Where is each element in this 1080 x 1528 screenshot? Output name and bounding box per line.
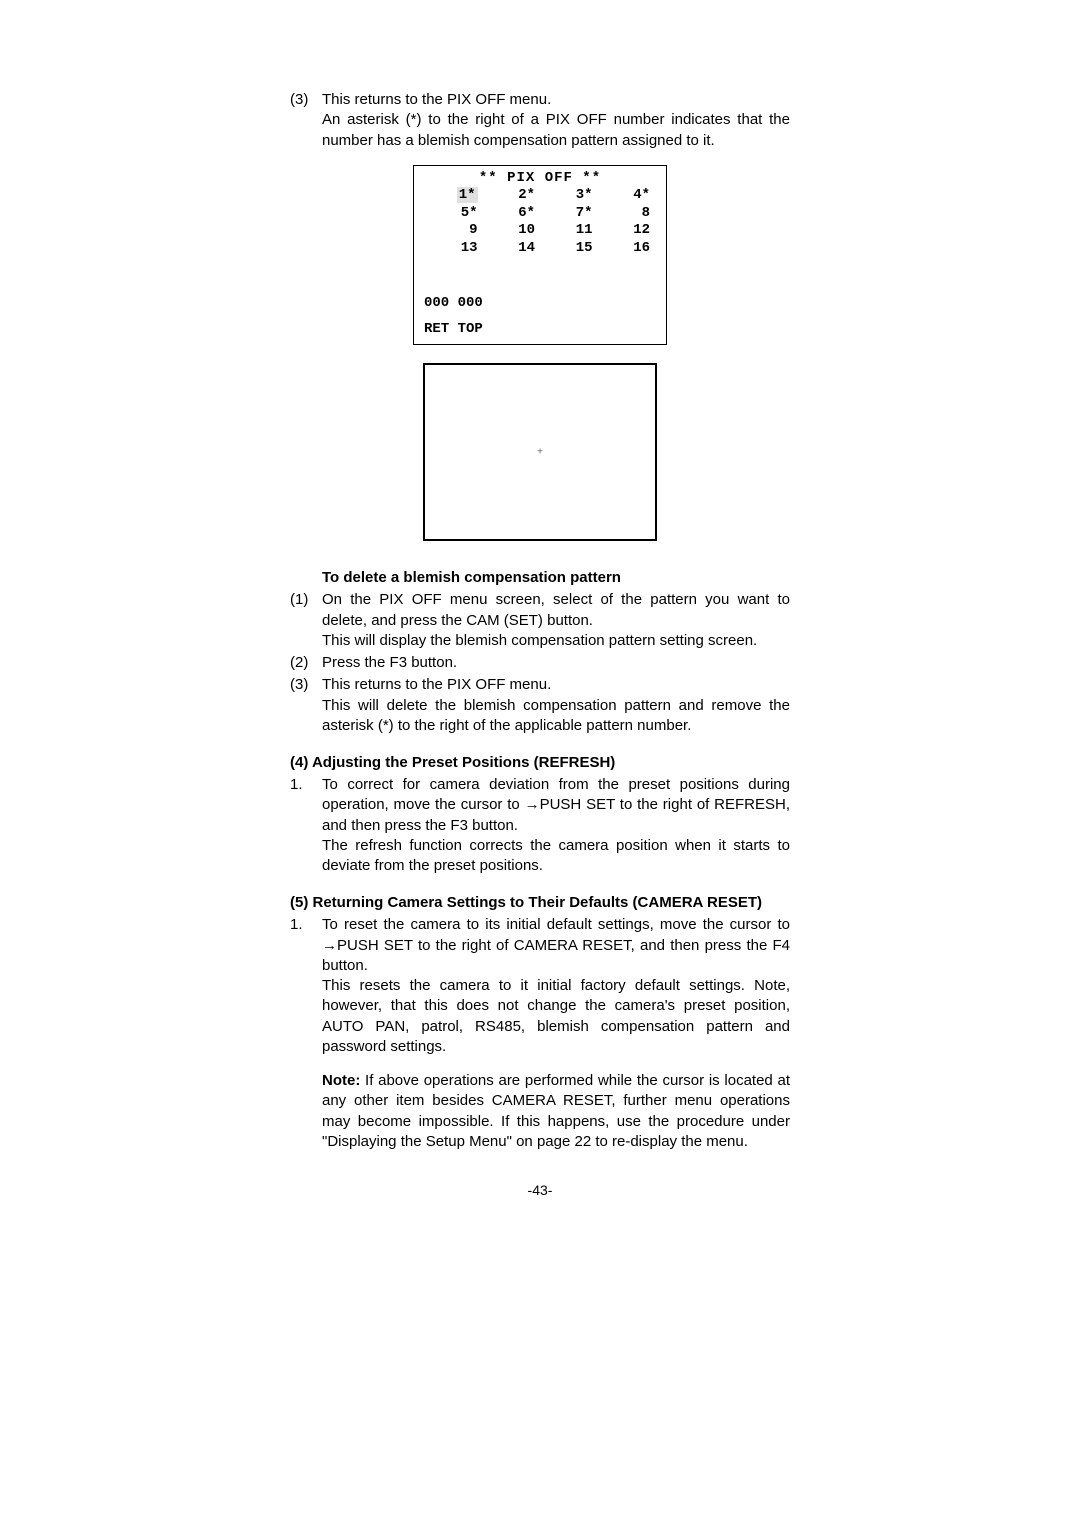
pix-cell-1-hl: 1* — [457, 187, 478, 203]
pix-cell-13: 13 — [424, 240, 484, 258]
page-number: -43- — [290, 1182, 790, 1198]
sec4-step-1: 1. To correct for camera deviation from … — [290, 775, 790, 876]
sec4-step-1-num: 1. — [290, 775, 322, 876]
sec5-note-label: Note: — [322, 1072, 360, 1089]
step-3: (3) This returns to the PIX OFF menu. An… — [290, 90, 790, 151]
sec5-step-1-b: This resets the camera to it initial fac… — [322, 977, 790, 1055]
step-3-num: (3) — [290, 90, 322, 151]
pix-cell-16: 16 — [599, 240, 657, 258]
pix-cell-11: 11 — [541, 222, 599, 240]
sec5-note-text: If above operations are performed while … — [322, 1072, 790, 1150]
pix-off-menu: ** PIX OFF ** 1* 2* 3* 4* 5* 6* 7* 8 9 1… — [413, 165, 667, 346]
pix-cell-9: 9 — [424, 222, 484, 240]
del-step-1-a: On the PIX OFF menu screen, select of th… — [322, 591, 790, 628]
pix-cell-14: 14 — [484, 240, 542, 258]
sec5-note: Note: If above operations are performed … — [322, 1071, 790, 1152]
sec5-step-1-body: To reset the camera to its initial defau… — [322, 915, 790, 1057]
del-step-1-num: (1) — [290, 590, 322, 651]
step-3-body: This returns to the PIX OFF menu. An ast… — [322, 90, 790, 151]
step-3-line-b: An asterisk (*) to the right of a PIX OF… — [322, 111, 790, 148]
pix-cell-10: 10 — [484, 222, 542, 240]
pix-cell-3: 3* — [541, 187, 599, 205]
del-step-1: (1) On the PIX OFF menu screen, select o… — [290, 590, 790, 651]
sec4-heading: (4) Adjusting the Preset Positions (REFR… — [290, 754, 790, 771]
del-step-1-body: On the PIX OFF menu screen, select of th… — [322, 590, 790, 651]
sec5-step-1-num: 1. — [290, 915, 322, 1057]
pix-coord: 000 000 — [424, 295, 656, 313]
pix-bottom: RET TOP — [424, 321, 656, 339]
pix-cell-2: 2* — [484, 187, 542, 205]
del-step-3: (3) This returns to the PIX OFF menu. Th… — [290, 675, 790, 736]
delete-heading: To delete a blemish compensation pattern — [322, 569, 790, 586]
sec4-step-1-body: To correct for camera deviation from the… — [322, 775, 790, 876]
del-step-2-body: Press the F3 button. — [322, 653, 790, 673]
pix-off-row-2: 5* 6* 7* 8 — [424, 205, 656, 223]
del-step-3-num: (3) — [290, 675, 322, 736]
sec4-step-1-b: The refresh function corrects the camera… — [322, 837, 790, 874]
pix-cell-12: 12 — [599, 222, 657, 240]
pix-cell-4: 4* — [599, 187, 657, 205]
del-step-3-body: This returns to the PIX OFF menu. This w… — [322, 675, 790, 736]
del-step-3-b: This will delete the blemish compensatio… — [322, 697, 790, 734]
del-step-2: (2) Press the F3 button. — [290, 653, 790, 673]
pix-cell-1: 1* — [424, 187, 484, 205]
pix-cell-15: 15 — [541, 240, 599, 258]
crosshair-box: + — [423, 363, 657, 541]
pix-cell-6: 6* — [484, 205, 542, 223]
sec5-heading: (5) Returning Camera Settings to Their D… — [290, 894, 790, 911]
pix-off-row-1: 1* 2* 3* 4* — [424, 187, 656, 205]
crosshair-icon: + — [537, 447, 543, 458]
pix-off-row-3: 9 10 11 12 — [424, 222, 656, 240]
page: (3) This returns to the PIX OFF menu. An… — [0, 0, 1080, 1198]
pix-off-title: ** PIX OFF ** — [424, 170, 656, 188]
pix-cell-7: 7* — [541, 205, 599, 223]
step-3-line-a: This returns to the PIX OFF menu. — [322, 91, 551, 108]
sec5-step-1: 1. To reset the camera to its initial de… — [290, 915, 790, 1057]
sec5-step-1-a: To reset the camera to its initial defau… — [322, 916, 790, 974]
del-step-3-a: This returns to the PIX OFF menu. — [322, 676, 551, 693]
pix-off-row-4: 13 14 15 16 — [424, 240, 656, 258]
del-step-1-b: This will display the blemish compensati… — [322, 632, 757, 649]
sec4-step-1-a: To correct for camera deviation from the… — [322, 776, 790, 834]
pix-cell-8: 8 — [599, 205, 657, 223]
pix-cell-5: 5* — [424, 205, 484, 223]
del-step-2-num: (2) — [290, 653, 322, 673]
